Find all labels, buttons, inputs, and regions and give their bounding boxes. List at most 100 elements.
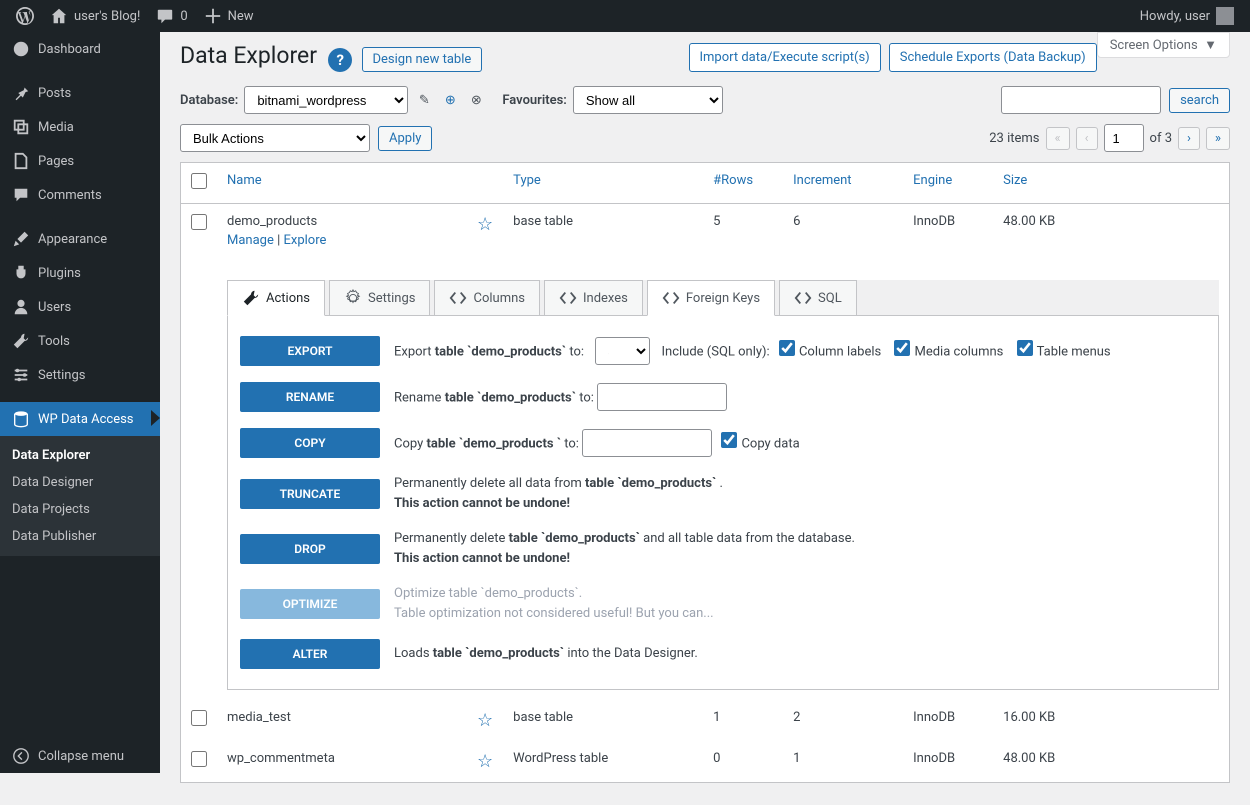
export-format-select[interactable]: SQL <box>595 337 650 365</box>
content-area: Screen Options ▼ Data Explorer ? Design … <box>160 32 1250 803</box>
copy-button[interactable]: COPY <box>240 428 380 458</box>
rename-input[interactable] <box>597 383 727 411</box>
tab-actions[interactable]: Actions <box>227 280 325 316</box>
pager-first[interactable]: « <box>1046 127 1070 150</box>
page-icon <box>12 152 30 170</box>
remove-db-icon[interactable]: ⊗ <box>466 90 486 110</box>
design-new-table-button[interactable]: Design new table <box>362 47 483 72</box>
drop-button[interactable]: DROP <box>240 534 380 564</box>
row-checkbox[interactable] <box>191 751 207 767</box>
page-title: Data Explorer <box>180 42 317 69</box>
collapse-menu[interactable]: Collapse menu <box>0 739 160 773</box>
site-name: user's Blog! <box>74 9 140 24</box>
add-db-icon[interactable]: ⊕ <box>440 90 460 110</box>
pager-page-input[interactable] <box>1104 124 1144 152</box>
favourites-select[interactable]: Show all <box>573 86 723 114</box>
comments-count: 0 <box>180 9 187 24</box>
tab-columns[interactable]: Columns <box>434 280 540 316</box>
favourite-icon[interactable]: ☆ <box>477 751 493 772</box>
tab-sql[interactable]: SQL <box>779 280 857 316</box>
col-engine[interactable]: Engine <box>913 173 952 188</box>
new-link[interactable]: New <box>196 0 262 32</box>
row-checkbox[interactable] <box>191 710 207 726</box>
code-icon <box>662 289 680 307</box>
favourite-icon[interactable]: ☆ <box>477 214 493 235</box>
comments-link[interactable]: 0 <box>148 0 195 32</box>
pager-prev[interactable]: ‹ <box>1076 127 1098 150</box>
plus-icon <box>204 7 222 25</box>
wp-logo[interactable] <box>8 0 42 32</box>
user-icon <box>12 298 30 316</box>
sidebar-item-dashboard[interactable]: Dashboard <box>0 32 160 66</box>
submenu-data-publisher[interactable]: Data Publisher <box>0 523 160 550</box>
pager-next[interactable]: › <box>1178 127 1200 150</box>
sidebar-item-posts[interactable]: Posts <box>0 76 160 110</box>
explore-link[interactable]: Explore <box>284 233 327 248</box>
actions-panel: EXPORT Export table `demo_products` to: … <box>227 316 1219 690</box>
export-button[interactable]: EXPORT <box>240 336 380 366</box>
sidebar-item-wp-data-access[interactable]: WP Data Access <box>0 402 160 436</box>
sidebar-item-users[interactable]: Users <box>0 290 160 324</box>
howdy-link[interactable]: Howdy, user <box>1132 0 1242 32</box>
search-button[interactable]: search <box>1169 88 1230 113</box>
avatar <box>1216 7 1234 25</box>
tab-settings[interactable]: Settings <box>329 280 430 316</box>
alter-button[interactable]: ALTER <box>240 639 380 669</box>
col-size[interactable]: Size <box>1003 173 1027 188</box>
row-checkbox[interactable] <box>191 214 207 230</box>
media-icon <box>12 118 30 136</box>
copy-input[interactable] <box>582 429 712 457</box>
table-name: media_test <box>227 710 291 725</box>
col-name[interactable]: Name <box>227 173 262 188</box>
database-select[interactable]: bitnami_wordpress <box>244 86 408 114</box>
import-button[interactable]: Import data/Execute script(s) <box>689 43 881 72</box>
howdy-text: Howdy, user <box>1140 9 1210 24</box>
pager-last[interactable]: » <box>1206 127 1230 150</box>
site-link[interactable]: user's Blog! <box>42 0 148 32</box>
submenu-data-designer[interactable]: Data Designer <box>0 469 160 496</box>
table-name: demo_products <box>227 214 317 229</box>
optimize-button[interactable]: OPTIMIZE <box>240 589 380 619</box>
col-increment[interactable]: Increment <box>793 173 851 188</box>
help-icon[interactable]: ? <box>328 48 352 72</box>
sidebar-item-comments[interactable]: Comments <box>0 178 160 212</box>
bulk-actions-select[interactable]: Bulk Actions <box>180 124 370 152</box>
manage-link[interactable]: Manage <box>227 233 274 248</box>
pager-items: 23 items <box>989 131 1039 146</box>
col-rows[interactable]: #Rows <box>713 173 753 188</box>
sidebar-item-settings[interactable]: Settings <box>0 358 160 392</box>
dashboard-icon <box>12 40 30 58</box>
sidebar-item-appearance[interactable]: Appearance <box>0 222 160 256</box>
comment-icon <box>12 186 30 204</box>
table-menus-checkbox[interactable] <box>1017 340 1033 356</box>
media-columns-checkbox[interactable] <box>894 340 910 356</box>
tab-indexes[interactable]: Indexes <box>544 280 643 316</box>
search-input[interactable] <box>1001 86 1161 114</box>
tab-foreign-keys[interactable]: Foreign Keys <box>647 280 775 316</box>
column-labels-checkbox[interactable] <box>779 340 795 356</box>
col-type[interactable]: Type <box>513 173 541 188</box>
schedule-exports-button[interactable]: Schedule Exports (Data Backup) <box>889 43 1097 72</box>
new-label: New <box>228 9 254 24</box>
database-icon <box>12 410 30 428</box>
screen-options-button[interactable]: Screen Options ▼ <box>1097 32 1230 58</box>
sidebar-item-media[interactable]: Media <box>0 110 160 144</box>
sliders-icon <box>12 366 30 384</box>
favourite-icon[interactable]: ☆ <box>477 710 493 731</box>
sidebar-item-tools[interactable]: Tools <box>0 324 160 358</box>
apply-button[interactable]: Apply <box>378 126 432 151</box>
edit-icon[interactable]: ✎ <box>414 90 434 110</box>
admin-bar: user's Blog! 0 New Howdy, user <box>0 0 1250 32</box>
copy-data-checkbox[interactable] <box>721 432 737 448</box>
submenu-data-projects[interactable]: Data Projects <box>0 496 160 523</box>
sidebar-item-pages[interactable]: Pages <box>0 144 160 178</box>
comment-icon <box>156 7 174 25</box>
table-row: demo_products Manage | Explore ☆ base ta… <box>181 204 1230 259</box>
submenu-data-explorer[interactable]: Data Explorer <box>0 442 160 469</box>
truncate-button[interactable]: TRUNCATE <box>240 479 380 509</box>
pager-of: of 3 <box>1150 131 1172 146</box>
rename-button[interactable]: RENAME <box>240 382 380 412</box>
select-all-checkbox[interactable] <box>191 173 207 189</box>
wrench-icon <box>12 332 30 350</box>
sidebar-item-plugins[interactable]: Plugins <box>0 256 160 290</box>
